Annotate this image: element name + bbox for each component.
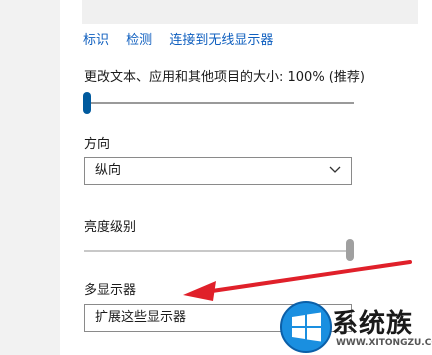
watermark-text: 系统族 [332, 309, 414, 339]
watermark-url: WWW.XITONGZU.COM [336, 338, 432, 348]
